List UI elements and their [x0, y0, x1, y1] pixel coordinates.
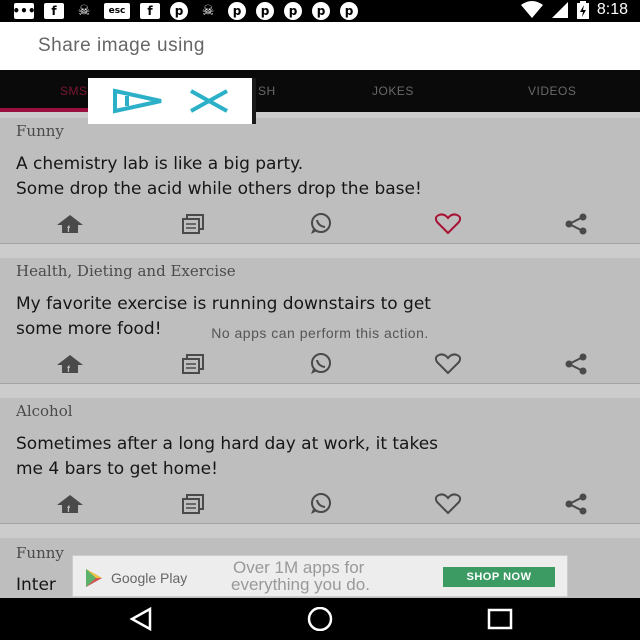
pinterest-icon: p	[256, 2, 274, 20]
pinterest-icon: p	[312, 2, 330, 20]
share-icon[interactable]	[559, 351, 593, 377]
share-icon[interactable]	[559, 491, 593, 517]
tab-sms[interactable]: SMS	[60, 84, 88, 98]
copy-icon[interactable]	[176, 351, 210, 377]
wifi-icon	[520, 1, 543, 18]
joke-card: Funny A chemistry lab is like a big part…	[0, 118, 640, 244]
ad-text-line2: everything you do.	[231, 575, 370, 594]
tab-videos[interactable]: VIDEOS	[528, 84, 576, 98]
card-text: Inter	[16, 575, 56, 595]
recents-icon[interactable]	[485, 606, 515, 632]
system-icons: 8:18	[520, 1, 628, 19]
facebook-share-icon[interactable]: f	[53, 211, 87, 237]
like-heart-icon[interactable]	[431, 351, 465, 377]
clock: 8:18	[596, 1, 628, 18]
card-category: Alcohol	[16, 402, 73, 420]
pirate-icon: ☠	[77, 3, 91, 19]
close-icon[interactable]	[189, 89, 229, 113]
copy-icon[interactable]	[176, 211, 210, 237]
app-logo-box	[88, 78, 256, 124]
back-icon[interactable]	[126, 606, 156, 632]
pinterest-icon: p	[340, 2, 358, 20]
facebook-share-icon[interactable]: f	[53, 491, 87, 517]
pinterest-icon: p	[170, 2, 188, 20]
whatsapp-icon[interactable]	[304, 491, 338, 517]
share-dialog-header: Share image using	[0, 22, 640, 70]
whatsapp-icon[interactable]	[304, 351, 338, 377]
share-dialog-title: Share image using	[38, 35, 205, 56]
pinterest-icon: p	[284, 2, 302, 20]
chat-bubble-icon: •••	[12, 3, 36, 19]
card-actions: f	[0, 351, 640, 377]
battery-charging-icon	[576, 1, 589, 19]
like-heart-icon[interactable]	[431, 491, 465, 517]
navigation-bar	[0, 598, 640, 640]
google-play-icon	[86, 569, 102, 587]
pinterest-icon: p	[228, 2, 246, 20]
card-text: Sometimes after a long hard day at work,…	[16, 434, 439, 479]
google-play-brand: Google Play	[83, 567, 187, 589]
card-text: A chemistry lab is like a big party. Som…	[16, 154, 422, 199]
pirate-icon: ☠	[201, 3, 215, 19]
card-category: Funny	[16, 122, 64, 140]
notification-icons: ••• f ☠ esc f p ☠ p p p p p	[12, 2, 358, 20]
facebook-icon: f	[140, 3, 160, 19]
facebook-icon: f	[44, 3, 64, 19]
home-icon[interactable]	[305, 606, 335, 632]
play-logo-icon	[113, 88, 162, 114]
app-content: SMS SH JOKES VIDEOS Funny A chemistry la…	[0, 70, 640, 598]
tab-jokes[interactable]: JOKES	[372, 84, 414, 98]
tab-sh[interactable]: SH	[258, 84, 276, 98]
ad-banner[interactable]: Google Play Over 1M apps for everything …	[72, 555, 568, 597]
no-apps-message: No apps can perform this action.	[211, 325, 429, 341]
ad-shop-now-button[interactable]: SHOP NOW	[443, 567, 555, 587]
share-icon[interactable]	[559, 211, 593, 237]
ad-brand-label: Google Play	[111, 570, 188, 586]
signal-icon	[551, 2, 568, 18]
card-category: Funny	[16, 544, 64, 562]
joke-card: Alcohol Sometimes after a long hard day …	[0, 398, 640, 524]
whatsapp-icon[interactable]	[304, 211, 338, 237]
card-actions: f	[0, 211, 640, 237]
joke-card: Health, Dieting and Exercise My favorite…	[0, 258, 640, 384]
esc-icon: esc	[104, 3, 130, 19]
card-actions: f	[0, 491, 640, 517]
like-heart-icon[interactable]	[431, 211, 465, 237]
status-bar: ••• f ☠ esc f p ☠ p p p p p 8:18	[0, 0, 640, 22]
copy-icon[interactable]	[176, 491, 210, 517]
facebook-share-icon[interactable]: f	[53, 351, 87, 377]
card-category: Health, Dieting and Exercise	[16, 262, 236, 280]
